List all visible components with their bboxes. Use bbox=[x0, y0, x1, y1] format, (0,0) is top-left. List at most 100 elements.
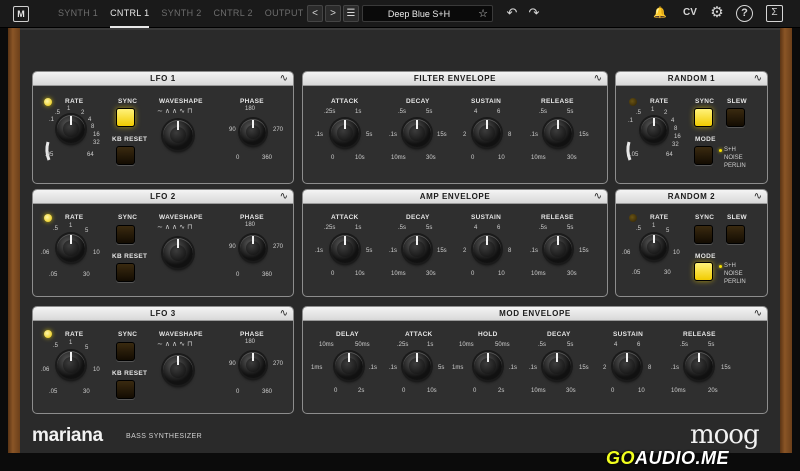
lfo2-led bbox=[44, 214, 52, 222]
filter-attack-knob[interactable] bbox=[331, 119, 359, 147]
sigma-icon[interactable]: Σ bbox=[766, 5, 783, 22]
bell-icon[interactable]: 🔔 bbox=[651, 4, 669, 22]
tab-synth-2[interactable]: SYNTH 2 bbox=[161, 0, 201, 28]
random2-sync-button[interactable] bbox=[694, 225, 713, 244]
amp-decay-knob[interactable] bbox=[403, 235, 431, 263]
lfo3-phase-knob[interactable] bbox=[240, 352, 266, 378]
lfo1-sync-button[interactable] bbox=[116, 108, 135, 127]
lfo1-rate-tick: 32 bbox=[93, 140, 100, 146]
lfo1-rate-tick: .5 bbox=[55, 110, 61, 116]
moog-logo-icon[interactable]: M bbox=[13, 6, 29, 22]
top-bar: M SYNTH 1 CNTRL 1 SYNTH 2 CNTRL 2 OUTPUT… bbox=[0, 0, 800, 28]
lfo3-phase-tick: 360 bbox=[262, 389, 273, 395]
filter-sustain-tick: 8 bbox=[508, 132, 512, 138]
random1-sync-button[interactable] bbox=[694, 108, 713, 127]
tab-cntrl-2[interactable]: CNTRL 2 bbox=[214, 0, 253, 28]
amp-sustain-tick: 6 bbox=[497, 225, 501, 231]
cv-button[interactable]: CV bbox=[679, 4, 701, 22]
lfo2-kbreset-button[interactable] bbox=[116, 263, 135, 282]
lfo1-kbreset-label: KB RESET bbox=[112, 136, 148, 143]
lfo1-kbreset-button[interactable] bbox=[116, 146, 135, 165]
random1-rate-tick: 8 bbox=[674, 126, 678, 132]
lfo2-waveshape-knob[interactable] bbox=[163, 238, 193, 268]
random1-rate-tick: 64 bbox=[666, 152, 673, 158]
tab-synth-1[interactable]: SYNTH 1 bbox=[58, 0, 98, 28]
lfo2-phase-knob[interactable] bbox=[240, 235, 266, 261]
mod-hold-knob[interactable] bbox=[474, 352, 502, 380]
lfo3-rate-tick: .05 bbox=[49, 389, 58, 395]
lfo1-phase-tick: 270 bbox=[273, 127, 284, 133]
filter-sustain-knob[interactable] bbox=[473, 119, 501, 147]
mod-envelope-panel: MOD ENVELOPE ∿ DELAY 10ms 50ms 1ms .1s 0 … bbox=[302, 306, 768, 414]
tab-output[interactable]: OUTPUT bbox=[265, 0, 304, 28]
lfo2-rate-knob[interactable] bbox=[57, 234, 85, 262]
mod-delay-knob[interactable] bbox=[335, 352, 363, 380]
preset-selector[interactable]: Deep Blue S+H ☆ bbox=[362, 5, 493, 22]
lfo2-rate-tick: 10 bbox=[93, 250, 100, 256]
amp-attack-label: ATTACK bbox=[331, 214, 359, 221]
lfo3-sync-label: SYNC bbox=[118, 331, 138, 338]
wave-shape-icon: ∿ bbox=[753, 308, 762, 319]
moog-logo: moog bbox=[690, 420, 760, 450]
lfo1-phase-knob[interactable] bbox=[240, 119, 266, 145]
filter-release-tick: 5s bbox=[567, 109, 574, 115]
lfo1-rate-knob[interactable] bbox=[57, 115, 85, 143]
prev-preset-button[interactable]: < bbox=[307, 5, 323, 22]
lfo3-phase-tick: 180 bbox=[245, 339, 256, 345]
filter-attack-tick: 10s bbox=[355, 155, 365, 161]
filter-decay-knob[interactable] bbox=[403, 119, 431, 147]
help-icon[interactable]: ? bbox=[736, 5, 753, 22]
favorite-star-icon[interactable]: ☆ bbox=[478, 7, 488, 20]
random1-slew-button[interactable] bbox=[726, 108, 745, 127]
random2-rate-tick: 1 bbox=[652, 223, 656, 229]
lfo3-sync-button[interactable] bbox=[116, 342, 135, 361]
amp-release-knob[interactable] bbox=[544, 235, 572, 263]
amp-attack-tick: 1s bbox=[355, 225, 362, 231]
lfo3-rate-tick: .5 bbox=[53, 343, 59, 349]
preset-menu-button[interactable]: ☰ bbox=[343, 5, 359, 22]
mod-sustain-tick: 2 bbox=[603, 365, 607, 371]
lfo3-waveshape-knob[interactable] bbox=[163, 355, 193, 385]
mod-decay-knob[interactable] bbox=[543, 352, 571, 380]
mod-sustain-tick: 0 bbox=[611, 388, 615, 394]
lfo3-kbreset-label: KB RESET bbox=[112, 370, 148, 377]
random2-rate-tick: .06 bbox=[622, 250, 631, 256]
mod-hold-tick: 10ms bbox=[459, 342, 474, 348]
mod-attack-tick: 1s bbox=[427, 342, 434, 348]
random2-rate-knob[interactable] bbox=[641, 234, 667, 260]
lfo3-kbreset-button[interactable] bbox=[116, 380, 135, 399]
mod-hold-tick: 1ms bbox=[452, 365, 464, 371]
amp-release-tick: 5s bbox=[567, 225, 574, 231]
lfo2-sync-button[interactable] bbox=[116, 225, 135, 244]
mod-delay-tick: 10ms bbox=[319, 342, 334, 348]
random1-rate-knob[interactable] bbox=[641, 117, 667, 143]
random2-rate-label: RATE bbox=[650, 214, 669, 221]
tab-cntrl-1[interactable]: CNTRL 1 bbox=[110, 0, 150, 28]
amp-sustain-knob[interactable] bbox=[473, 235, 501, 263]
app-window: M SYNTH 1 CNTRL 1 SYNTH 2 CNTRL 2 OUTPUT… bbox=[0, 0, 800, 471]
mod-sustain-knob[interactable] bbox=[613, 352, 641, 380]
lfo3-rate-knob[interactable] bbox=[57, 351, 85, 379]
random1-rate-tick: .1 bbox=[628, 118, 634, 124]
lfo3-rate-tick: .06 bbox=[41, 367, 50, 373]
mod-release-knob[interactable] bbox=[685, 352, 713, 380]
random1-mode-led bbox=[719, 149, 722, 152]
gear-icon[interactable]: ⚙ bbox=[708, 4, 726, 22]
random2-slew-button[interactable] bbox=[726, 225, 745, 244]
filter-release-knob[interactable] bbox=[544, 119, 572, 147]
amp-attack-tick: 5s bbox=[366, 248, 373, 254]
amp-attack-knob[interactable] bbox=[331, 235, 359, 263]
random2-mode-button[interactable] bbox=[694, 262, 713, 281]
lfo1-waveshape-knob[interactable] bbox=[163, 120, 193, 150]
next-preset-button[interactable]: > bbox=[325, 5, 341, 22]
panel-title: RANDOM 1 bbox=[667, 74, 716, 83]
bass-synthesizer-subtitle: BASS SYNTHESIZER bbox=[126, 433, 203, 440]
lfo2-waveshape-icons: ∼∧∧∿⊓ bbox=[157, 224, 195, 231]
amp-decay-label: DECAY bbox=[406, 214, 430, 221]
random1-mode-button[interactable] bbox=[694, 146, 713, 165]
mod-release-tick: 15s bbox=[721, 365, 731, 371]
filter-decay-tick: 5s bbox=[426, 109, 433, 115]
undo-icon[interactable]: ↶ bbox=[503, 4, 521, 22]
redo-icon[interactable]: ↷ bbox=[525, 4, 543, 22]
mod-attack-knob[interactable] bbox=[403, 352, 431, 380]
